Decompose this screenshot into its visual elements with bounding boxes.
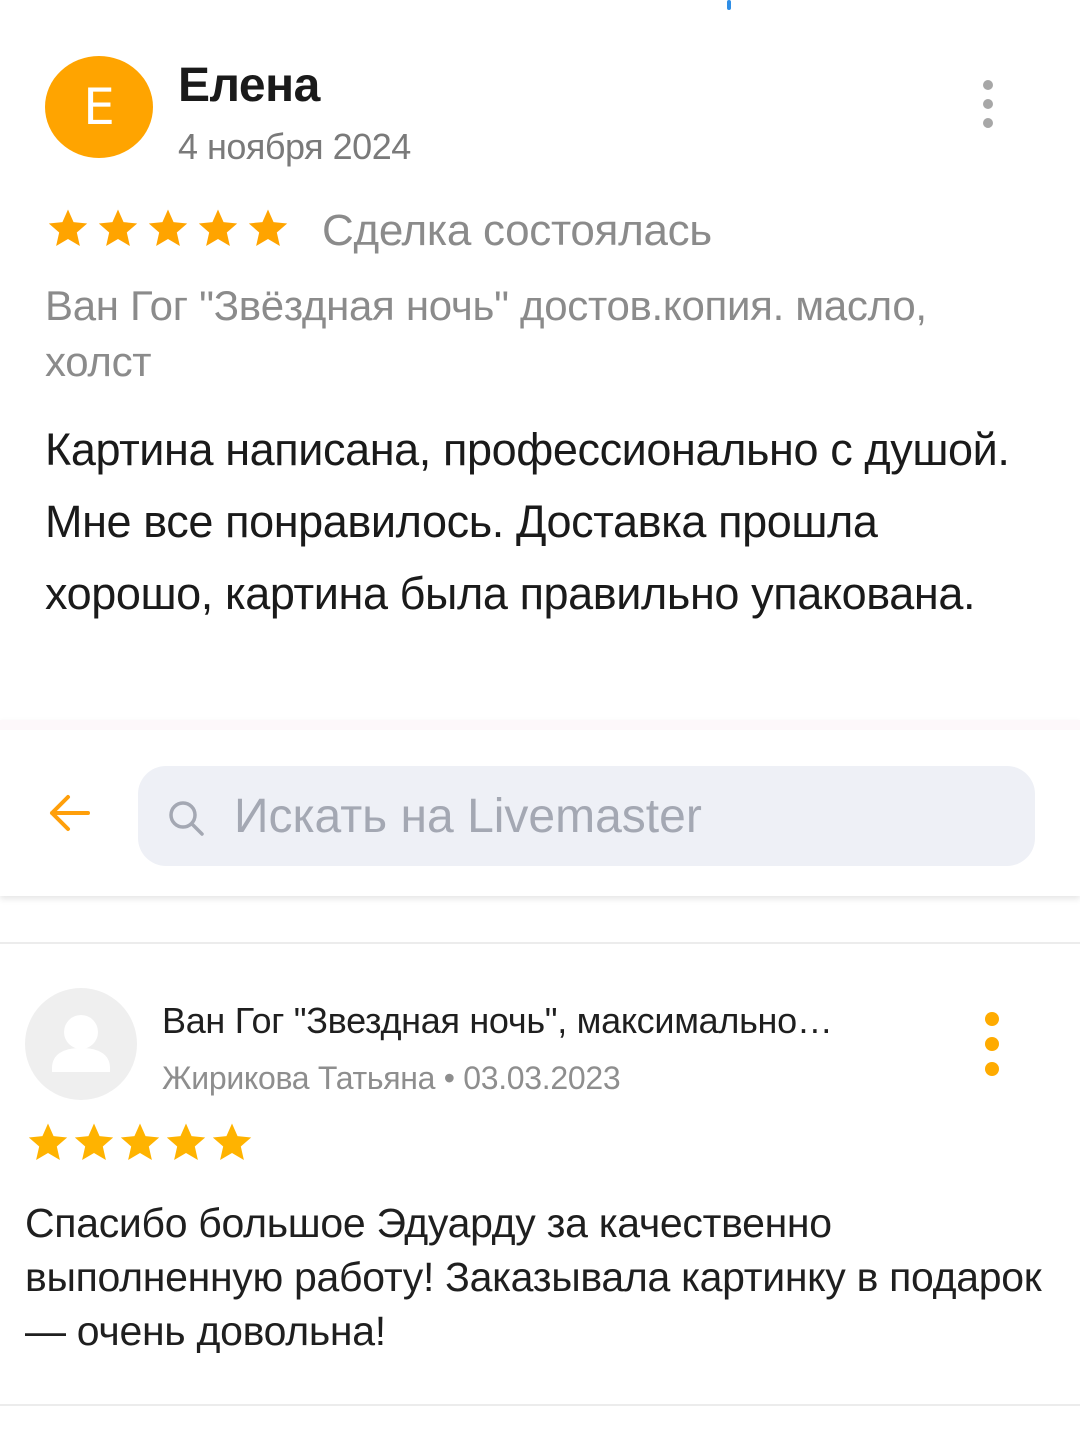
divider xyxy=(0,942,1080,944)
product-name[interactable]: Ван Гог "Звёздная ночь" достов.копия. ма… xyxy=(45,278,1005,390)
review-author[interactable]: Жирикова Татьяна xyxy=(162,1060,435,1096)
avatar[interactable]: Е xyxy=(45,56,153,158)
more-vertical-icon[interactable] xyxy=(982,1012,1002,1076)
star-icon xyxy=(148,209,188,247)
star-icon xyxy=(248,209,288,247)
review-author[interactable]: Елена xyxy=(178,58,320,113)
search-field[interactable] xyxy=(138,766,1035,866)
rating-stars xyxy=(25,1120,255,1166)
star-icon xyxy=(98,209,138,247)
search-header xyxy=(0,720,1080,896)
star-icon xyxy=(74,1123,114,1161)
review-date: 4 ноября 2024 xyxy=(178,126,411,167)
arrow-left-icon[interactable] xyxy=(42,785,98,841)
divider xyxy=(0,1404,1080,1406)
rating-stars xyxy=(45,206,291,252)
meta-separator: • xyxy=(443,1060,455,1096)
search-icon xyxy=(169,801,204,836)
star-icon xyxy=(166,1123,206,1161)
review-card-1: Е Елена 4 ноября 2024 Сделка состоялась … xyxy=(0,0,1080,720)
avatar-letter: Е xyxy=(83,78,115,136)
user-placeholder-icon[interactable] xyxy=(25,988,137,1100)
star-icon xyxy=(212,1123,252,1161)
star-icon xyxy=(48,209,88,247)
more-vertical-icon[interactable] xyxy=(968,80,1008,128)
review-text: Картина написана, профессионально с душо… xyxy=(45,424,1010,619)
search-input[interactable] xyxy=(234,782,994,850)
deal-status: Сделка состоялась xyxy=(322,206,712,255)
star-icon xyxy=(28,1123,68,1161)
star-icon xyxy=(198,209,238,247)
review-date: 03.03.2023 xyxy=(463,1060,621,1096)
review-meta: Жирикова Татьяна • 03.03.2023 xyxy=(162,1060,621,1097)
product-title[interactable]: Ван Гог "Звездная ночь", максимально… xyxy=(162,1000,922,1042)
star-icon xyxy=(120,1123,160,1161)
review-text: Спасибо большое Эдуарду за качественно в… xyxy=(25,1200,1042,1354)
